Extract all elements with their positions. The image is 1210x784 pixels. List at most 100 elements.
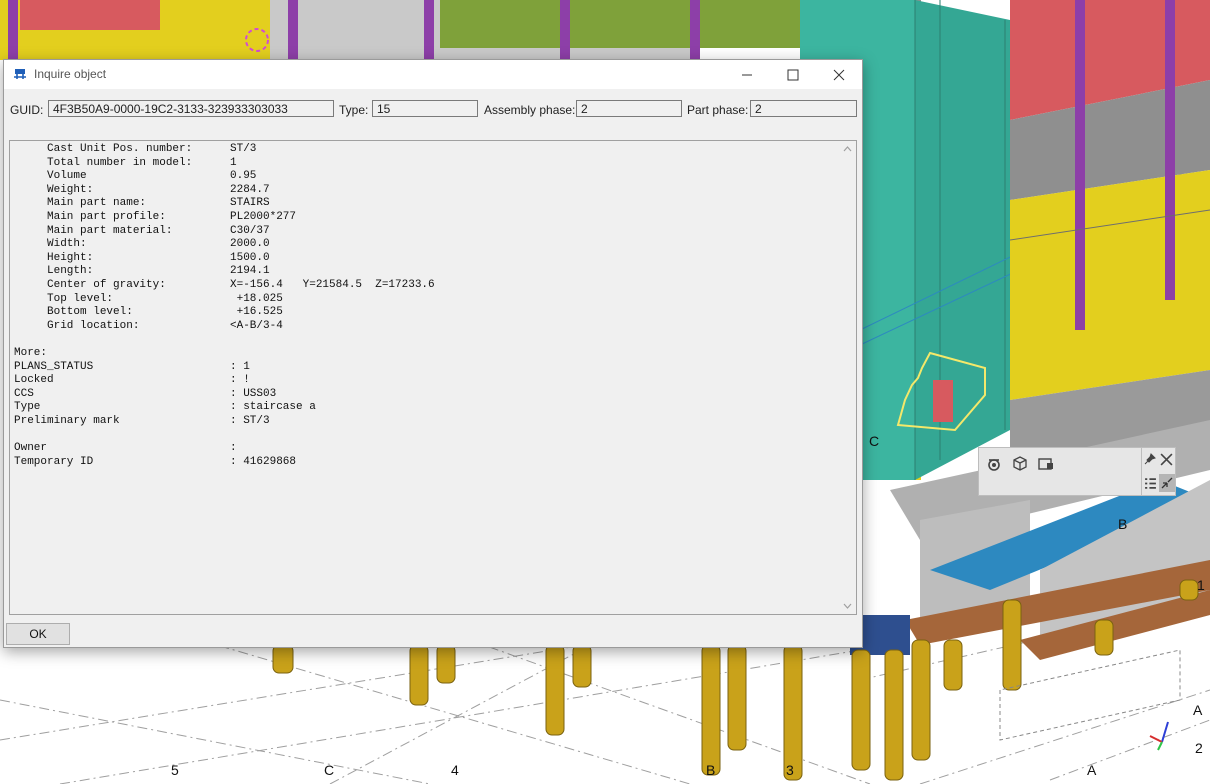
report-line: Volume 0.95 bbox=[14, 170, 256, 184]
dialog-titlebar[interactable]: Inquire object bbox=[4, 60, 862, 89]
report-line: Main part material: C30/37 bbox=[14, 224, 270, 239]
report-key: Main part profile: bbox=[14, 210, 166, 223]
grid-label-5: 5 bbox=[171, 762, 179, 778]
report-key: Length: bbox=[14, 265, 94, 278]
assembly-phase-label: Assembly phase: bbox=[484, 103, 576, 117]
ok-button[interactable]: OK bbox=[6, 623, 70, 645]
report-line: Type : staircase a bbox=[14, 401, 316, 415]
report-key: Top level: bbox=[14, 292, 114, 305]
report-value: 0.95 bbox=[230, 170, 257, 183]
report-value: +18.025 bbox=[230, 292, 283, 305]
minimize-button[interactable] bbox=[724, 60, 770, 89]
list-icon[interactable] bbox=[1144, 477, 1157, 490]
report-key: Height: bbox=[14, 251, 94, 264]
report-line: PLANS_STATUS : 1 bbox=[14, 360, 250, 375]
report-key: Grid location: bbox=[14, 319, 140, 332]
report-key: Temporary ID bbox=[14, 455, 94, 468]
toolbar-separator bbox=[1141, 448, 1142, 495]
collapse-button[interactable] bbox=[1159, 474, 1175, 492]
report-key: Center of gravity: bbox=[14, 278, 166, 291]
collapse-icon bbox=[1161, 477, 1173, 489]
type-label: Type: bbox=[339, 103, 369, 117]
view-plane-icon[interactable] bbox=[1038, 456, 1054, 472]
report-value: X=-156.4 Y=21584.5 Z=17233.6 bbox=[230, 278, 435, 291]
grid-label-c: C bbox=[324, 762, 335, 778]
report-value: PL2000*277 bbox=[230, 210, 297, 223]
grid-label-3: 3 bbox=[786, 762, 794, 778]
report-key: Weight: bbox=[14, 183, 94, 196]
close-icon[interactable] bbox=[1160, 453, 1173, 466]
report-line bbox=[14, 333, 192, 347]
report-key: Total number in model: bbox=[14, 156, 193, 169]
report-key: Type bbox=[14, 401, 41, 414]
report-line: Main part name: STAIRS bbox=[14, 197, 270, 211]
report-line bbox=[14, 428, 192, 442]
grid-label-4: 4 bbox=[451, 762, 459, 778]
report-line: Width: 2000.0 bbox=[14, 238, 270, 252]
report-line: Top level: +18.025 bbox=[14, 292, 283, 307]
report-line: Height: 1500.0 bbox=[14, 251, 270, 266]
grid-label-b: B bbox=[706, 762, 716, 778]
report-line: Bottom level: +16.525 bbox=[14, 306, 283, 320]
report-value: 1500.0 bbox=[230, 251, 270, 264]
report-value: 1 bbox=[230, 156, 237, 169]
report-lines: Cast Unit Pos. number: ST/3 Total number … bbox=[14, 143, 435, 470]
grid-label-b-upper: B bbox=[1118, 516, 1128, 532]
report-key: Width: bbox=[14, 238, 87, 251]
report-text-area[interactable]: Cast Unit Pos. number: ST/3 Total number … bbox=[9, 140, 857, 615]
scroll-up-icon[interactable] bbox=[843, 146, 852, 152]
report-key: Main part name: bbox=[14, 197, 147, 210]
report-value: +16.525 bbox=[230, 306, 283, 319]
report-value: : USS03 bbox=[230, 387, 277, 400]
close-button[interactable] bbox=[816, 60, 862, 89]
part-phase-field[interactable]: 2 bbox=[750, 100, 857, 117]
report-key: CCS bbox=[14, 387, 34, 400]
grid-label-1: 1 bbox=[1197, 577, 1205, 593]
scroll-down-icon[interactable] bbox=[843, 603, 852, 609]
type-field[interactable]: 15 bbox=[372, 100, 478, 117]
grid-label-c-upper: C bbox=[869, 433, 880, 449]
report-value: 2000.0 bbox=[230, 238, 270, 251]
report-line: Temporary ID : 41629868 bbox=[14, 455, 296, 470]
report-key: Volume bbox=[14, 170, 87, 183]
floating-toolbar bbox=[978, 447, 1176, 496]
pin-icon[interactable] bbox=[1144, 453, 1156, 465]
inquire-object-dialog: Inquire object GUID: 4F3B50A9-0000-19C2-… bbox=[3, 59, 863, 648]
header-fields: GUID: 4F3B50A9-0000-19C2-3133-3239333030… bbox=[4, 97, 862, 123]
minimize-icon bbox=[742, 74, 752, 75]
inquire-app-icon bbox=[13, 67, 27, 81]
grid-label-a: A bbox=[1087, 762, 1097, 778]
report-line: CCS : USS03 bbox=[14, 387, 276, 402]
report-value: : staircase a bbox=[230, 401, 316, 414]
maximize-icon bbox=[787, 69, 799, 80]
report-value: : ! bbox=[230, 374, 250, 387]
report-value: : 1 bbox=[230, 360, 250, 373]
maximize-button[interactable] bbox=[770, 60, 816, 89]
report-key: Locked bbox=[14, 374, 54, 387]
guid-field[interactable]: 4F3B50A9-0000-19C2-3133-323933303033 bbox=[48, 100, 334, 117]
report-key: More: bbox=[14, 346, 48, 359]
report-value: C30/37 bbox=[230, 224, 270, 237]
report-line: Grid location: <A-B/3-4 bbox=[14, 319, 283, 334]
report-value: STAIRS bbox=[230, 197, 270, 210]
guid-label: GUID: bbox=[10, 103, 44, 117]
axis-gizmo-icon bbox=[1149, 721, 1169, 751]
report-line: Length: 2194.1 bbox=[14, 265, 270, 279]
report-line: Center of gravity: X=-156.4 Y=21584.5 Z=1… bbox=[14, 278, 435, 293]
report-key: Main part material: bbox=[14, 224, 173, 237]
report-key: Cast Unit Pos. number: bbox=[14, 143, 193, 155]
3d-box-icon[interactable] bbox=[1012, 455, 1028, 471]
report-line: Preliminary mark: ST/3 bbox=[14, 415, 270, 429]
camera-rotate-icon[interactable] bbox=[986, 456, 1002, 472]
report-line: Locked : ! bbox=[14, 374, 250, 388]
vertical-scrollbar[interactable] bbox=[839, 141, 856, 614]
dialog-title: Inquire object bbox=[34, 67, 107, 81]
report-value: : 41629868 bbox=[230, 455, 297, 468]
grid-label-a-right: A bbox=[1193, 702, 1203, 718]
part-phase-label: Part phase: bbox=[687, 103, 749, 117]
report-value: 2194.1 bbox=[230, 265, 270, 278]
report-line: Main part profile: PL2000*277 bbox=[14, 210, 296, 225]
report-value: 2284.7 bbox=[230, 183, 270, 196]
assembly-phase-field[interactable]: 2 bbox=[576, 100, 682, 117]
report-key: PLANS_STATUS bbox=[14, 360, 94, 373]
